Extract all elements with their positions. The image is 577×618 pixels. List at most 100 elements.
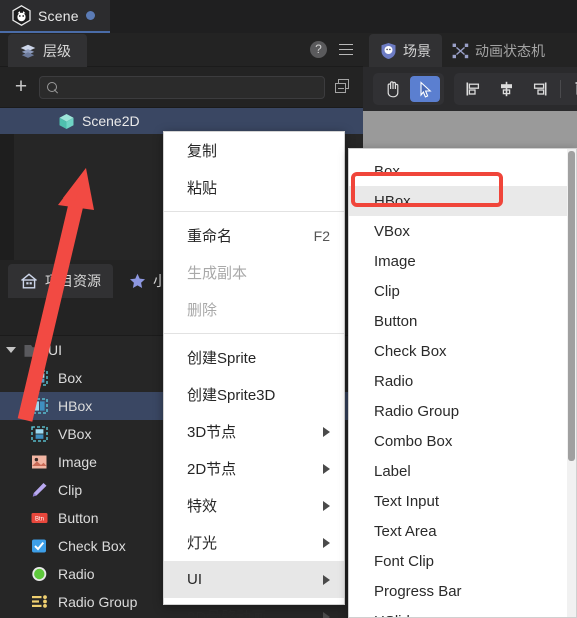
ui-submenu: Box HBox VBox Image Clip Button Check Bo… <box>348 148 577 618</box>
help-icon[interactable]: ? <box>310 41 327 58</box>
submenu-item-radio[interactable]: Radio <box>349 366 576 396</box>
submenu-item-label[interactable]: Label <box>349 456 576 486</box>
submenu-item-hbox[interactable]: HBox <box>349 186 576 216</box>
menu-item-2d-node[interactable]: 2D节点 <box>164 450 344 487</box>
submenu-item-label: Text Input <box>374 492 440 510</box>
list-item-label: Check Box <box>58 538 126 554</box>
menu-item-ui[interactable]: UI <box>164 561 344 598</box>
collapse-all-icon[interactable] <box>331 75 355 99</box>
submenu-item-label: Radio Group <box>374 402 460 420</box>
submenu-arrow-icon <box>323 463 330 474</box>
list-item-label: HBox <box>58 398 93 414</box>
submenu-item-button[interactable]: Button <box>349 306 576 336</box>
list-item-label: VBox <box>58 426 92 442</box>
align-top-icon[interactable] <box>567 76 577 102</box>
menu-item-label: 3D节点 <box>187 424 237 441</box>
submenu-scrollbar[interactable] <box>567 149 576 617</box>
menu-item-label: 创建Sprite3D <box>187 387 276 404</box>
layers-icon <box>20 44 36 58</box>
chevron-down-icon[interactable] <box>6 347 16 353</box>
submenu-arrow-icon <box>323 574 330 585</box>
list-item-label: Radio Group <box>58 594 138 610</box>
menu-item-lights[interactable]: 灯光 <box>164 524 344 561</box>
menu-item-label: 2D骨骼动画 <box>187 609 267 618</box>
submenu-item-label: Radio <box>374 372 414 390</box>
submenu-item-label: Image <box>374 252 416 270</box>
hierarchy-search-box[interactable] <box>39 75 325 99</box>
add-node-button[interactable]: + <box>8 74 34 100</box>
checkbox-icon <box>30 537 50 555</box>
menu-item-shortcut: F2 <box>313 227 330 244</box>
tab-project-resources[interactable]: 项目资源 <box>8 264 113 298</box>
menu-item-copy[interactable]: 复制 <box>164 132 344 169</box>
submenu-item-vbox[interactable]: VBox <box>349 216 576 246</box>
submenu-item-box[interactable]: Box <box>349 156 576 186</box>
search-icon <box>47 81 58 93</box>
submenu-item-text-area[interactable]: Text Area <box>349 516 576 546</box>
align-center-horizontal-icon[interactable] <box>491 76 521 102</box>
submenu-item-label: HBox <box>374 192 411 210</box>
list-item-label: UI <box>48 342 62 358</box>
menu-item-create-sprite3d[interactable]: 创建Sprite3D <box>164 376 344 413</box>
hierarchy-tabbar: 层级 ? <box>0 33 363 67</box>
submenu-item-label: VBox <box>374 222 410 240</box>
folder-icon <box>23 341 43 359</box>
menu-item-duplicate: 生成副本 <box>164 254 344 291</box>
menu-item-label: UI <box>187 571 202 588</box>
menu-item-label: 2D节点 <box>187 461 237 478</box>
submenu-item-label: HSlider <box>374 613 423 618</box>
radio-group-icon <box>30 593 50 611</box>
title-bar: Scene <box>0 0 577 33</box>
menu-item-label: 灯光 <box>187 535 218 552</box>
context-menu: 复制 粘贴 重命名 F2 生成副本 删除 创建Sprite 创建Sprite3D… <box>163 131 345 618</box>
submenu-item-combo-box[interactable]: Combo Box <box>349 426 576 456</box>
submenu-item-progress-bar[interactable]: Progress Bar <box>349 576 576 606</box>
menu-separator <box>164 333 344 334</box>
tab-scene[interactable]: 场景 <box>369 34 442 67</box>
menu-item-effects[interactable]: 特效 <box>164 487 344 524</box>
burger-icon[interactable] <box>339 43 353 56</box>
align-left-icon[interactable] <box>458 76 488 102</box>
submenu-item-check-box[interactable]: Check Box <box>349 336 576 366</box>
submenu-item-font-clip[interactable]: Font Clip <box>349 546 576 576</box>
menu-item-label: 重命名 <box>187 228 233 245</box>
scene-tabbar: 场景 动画状态机 <box>363 33 577 67</box>
home-icon <box>20 273 38 289</box>
menu-item-paste[interactable]: 粘贴 <box>164 169 344 206</box>
submenu-item-label: Combo Box <box>374 432 453 450</box>
window-scene-tab-label: Scene <box>38 7 79 24</box>
submenu-arrow-icon <box>323 611 330 618</box>
tab-project-resources-label: 项目资源 <box>45 273 101 289</box>
list-item-label: Box <box>58 370 83 386</box>
toolbar-divider <box>560 80 561 98</box>
menu-item-label: 特效 <box>187 498 218 515</box>
submenu-scrollbar-thumb[interactable] <box>568 151 575 461</box>
menu-item-rename[interactable]: 重命名 F2 <box>164 217 344 254</box>
submenu-item-label: Check Box <box>374 342 447 360</box>
app-logo-icon <box>12 5 31 26</box>
search-input[interactable] <box>64 80 317 94</box>
submenu-item-radio-group[interactable]: Radio Group <box>349 396 576 426</box>
tab-hierarchy[interactable]: 层级 <box>8 34 87 67</box>
align-right-icon[interactable] <box>524 76 554 102</box>
hand-tool-button[interactable] <box>377 76 407 102</box>
menu-item-3d-node[interactable]: 3D节点 <box>164 413 344 450</box>
window-scene-tab[interactable]: Scene <box>0 0 110 33</box>
submenu-item-hslider[interactable]: HSlider <box>349 606 576 618</box>
menu-item-create-sprite[interactable]: 创建Sprite <box>164 339 344 376</box>
list-item-label: Button <box>58 510 99 526</box>
tab-scene-label: 场景 <box>403 42 431 59</box>
select-tool-button[interactable] <box>410 76 440 102</box>
submenu-item-clip[interactable]: Clip <box>349 276 576 306</box>
submenu-item-text-input[interactable]: Text Input <box>349 486 576 516</box>
menu-item-2d-skeletal-animation[interactable]: 2D骨骼动画 <box>164 598 344 618</box>
list-item-label: Radio <box>58 566 95 582</box>
clip-icon <box>30 481 50 499</box>
submenu-item-image[interactable]: Image <box>349 246 576 276</box>
submenu-item-label: Button <box>374 312 418 330</box>
scene-toolbar <box>363 67 577 111</box>
tab-animation-state[interactable]: 动画状态机 <box>441 34 556 67</box>
menu-item-label: 复制 <box>187 143 218 160</box>
submenu-item-label: Clip <box>374 282 400 300</box>
submenu-item-label: Text Area <box>374 522 437 540</box>
